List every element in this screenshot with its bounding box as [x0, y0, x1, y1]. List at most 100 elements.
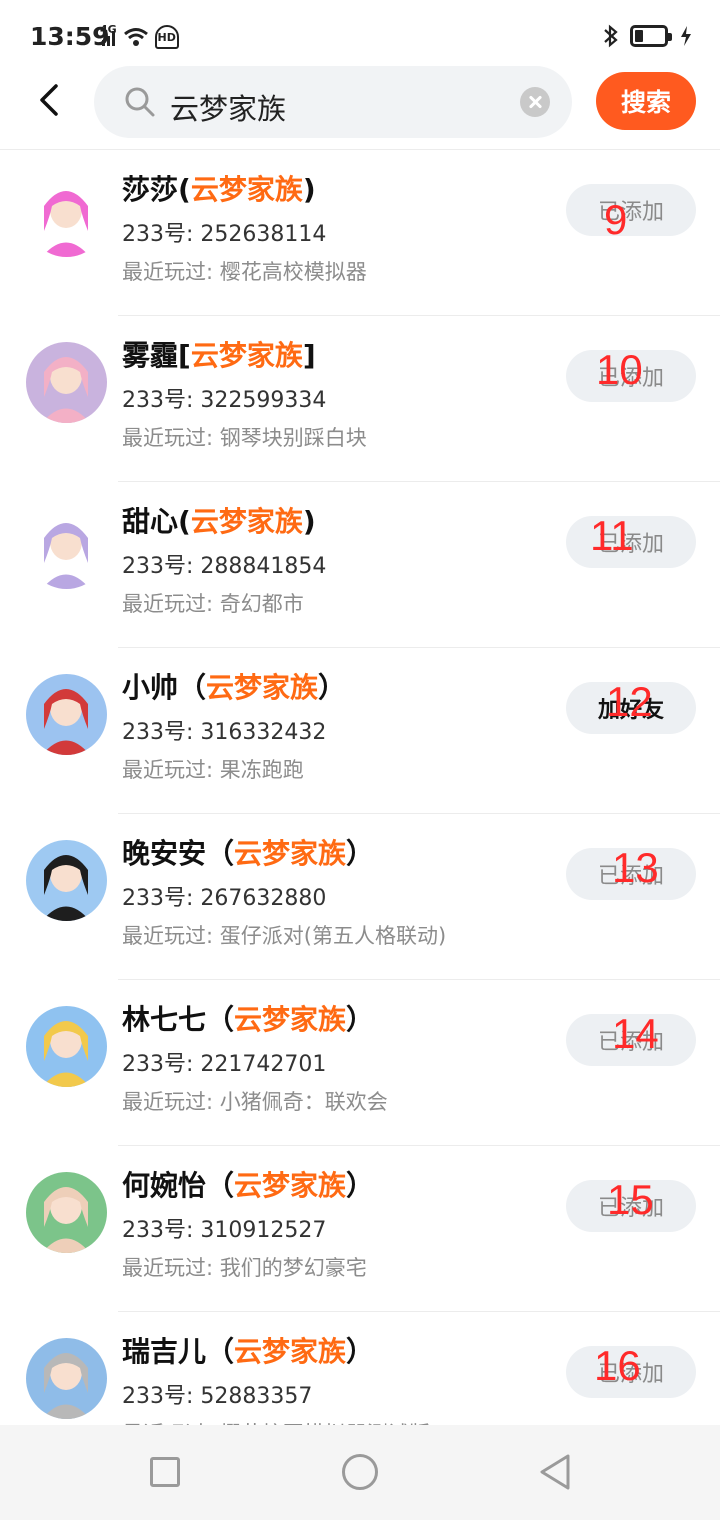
recent-apps-icon[interactable]	[150, 1457, 180, 1487]
list-item[interactable]: 小帅（云梦家族） 233号: 316332432 最近玩过: 果冻跑跑 加好友	[0, 648, 720, 814]
recent-game-label: 最近玩过:	[122, 758, 220, 782]
avatar-image	[26, 1006, 107, 1087]
user-name-prefix: 何婉怡（	[122, 1169, 235, 1202]
avatar[interactable]	[26, 674, 107, 755]
user-id-value: 252638114	[200, 222, 327, 247]
list-item[interactable]: 莎莎(云梦家族) 233号: 252638114 最近玩过: 樱花高校模拟器 已…	[0, 150, 720, 316]
user-name-prefix: 莎莎(	[122, 173, 191, 206]
recent-game: 最近玩过: 我们的梦幻豪宅	[122, 1252, 367, 1282]
list-item[interactable]: 晚安安（云梦家族） 233号: 267632880 最近玩过: 蛋仔派对(第五人…	[0, 814, 720, 980]
avatar[interactable]	[26, 508, 107, 589]
added-button[interactable]: 已添加	[566, 848, 696, 900]
hd-icon: HD	[154, 25, 179, 49]
user-id: 233号: 288841854	[122, 548, 326, 580]
status-right	[602, 24, 692, 48]
user-id-label: 233号:	[122, 1384, 201, 1409]
user-id: 233号: 252638114	[122, 216, 326, 248]
list-item[interactable]: 甜心(云梦家族) 233号: 288841854 最近玩过: 奇幻都市 已添加	[0, 482, 720, 648]
user-name: 林七七（云梦家族）	[122, 998, 374, 1038]
user-name-suffix: ）	[346, 1169, 375, 1202]
avatar[interactable]	[26, 1172, 107, 1253]
user-id-label: 233号:	[122, 1052, 201, 1077]
family-name: 云梦家族	[234, 1169, 347, 1202]
user-name: 晚安安（云梦家族）	[122, 832, 374, 872]
avatar[interactable]	[26, 840, 107, 921]
home-icon[interactable]	[342, 1454, 378, 1490]
user-id-label: 233号:	[122, 222, 201, 247]
recent-game-value: 钢琴块别踩白块	[219, 426, 367, 450]
added-button[interactable]: 已添加	[566, 350, 696, 402]
family-name: 云梦家族	[190, 173, 303, 206]
user-name-suffix: )	[302, 173, 316, 206]
list-item[interactable]: 瑞吉儿（云梦家族） 233号: 52883357 最近玩过: 樱花校园模拟器测试…	[0, 1312, 720, 1425]
user-name: 瑞吉儿（云梦家族）	[122, 1330, 374, 1370]
user-id-value: 316332432	[200, 720, 327, 745]
bluetooth-icon	[604, 24, 618, 48]
avatar[interactable]	[26, 1338, 107, 1419]
recent-game-value: 奇幻都市	[219, 592, 304, 616]
family-name: 云梦家族	[190, 505, 303, 538]
recent-game-label: 最近玩过:	[122, 1090, 220, 1114]
user-name: 甜心(云梦家族)	[122, 500, 316, 540]
user-id-label: 233号:	[122, 1218, 201, 1243]
clear-icon[interactable]	[520, 87, 550, 117]
search-button[interactable]: 搜索	[596, 72, 696, 130]
search-input[interactable]: 云梦家族	[94, 66, 572, 138]
avatar[interactable]	[26, 1006, 107, 1087]
added-button[interactable]: 已添加	[566, 516, 696, 568]
search-header: 云梦家族 搜索	[0, 62, 720, 150]
added-button[interactable]: 已添加	[566, 1346, 696, 1398]
added-button[interactable]: 已添加	[566, 1014, 696, 1066]
add-friend-button[interactable]: 加好友	[566, 682, 696, 734]
user-name: 雾霾[云梦家族]	[122, 334, 316, 374]
avatar-image	[26, 1172, 107, 1253]
recent-game-label: 最近玩过:	[122, 1256, 220, 1280]
back-icon[interactable]	[538, 1453, 572, 1491]
user-id-label: 233号:	[122, 886, 201, 911]
family-name: 云梦家族	[190, 339, 303, 372]
added-button[interactable]: 已添加	[566, 184, 696, 236]
user-name-suffix: ）	[346, 1003, 375, 1036]
search-query-text: 云梦家族	[170, 92, 287, 126]
user-list: 莎莎(云梦家族) 233号: 252638114 最近玩过: 樱花高校模拟器 已…	[0, 150, 720, 1425]
recent-game-label: 最近玩过:	[122, 426, 220, 450]
family-name: 云梦家族	[234, 837, 347, 870]
user-id: 233号: 221742701	[122, 1046, 326, 1078]
user-name-prefix: 晚安安（	[122, 837, 235, 870]
recent-game-value: 小猪佩奇：联欢会	[219, 1090, 388, 1114]
user-id-value: 288841854	[200, 554, 327, 579]
recent-game-value: 樱花高校模拟器	[219, 260, 367, 284]
user-name-prefix: 小帅（	[122, 671, 207, 704]
hd-label: HD	[157, 30, 176, 44]
family-name: 云梦家族	[234, 1335, 347, 1368]
user-name-prefix: 林七七（	[122, 1003, 235, 1036]
user-name-suffix: ）	[318, 671, 347, 704]
back-arrow-icon[interactable]	[30, 80, 70, 120]
user-id-label: 233号:	[122, 720, 201, 745]
avatar-image	[26, 342, 107, 423]
recent-game-value: 蛋仔派对(第五人格联动)	[219, 924, 447, 948]
list-item[interactable]: 何婉怡（云梦家族） 233号: 310912527 最近玩过: 我们的梦幻豪宅 …	[0, 1146, 720, 1312]
avatar-image	[26, 674, 107, 755]
family-name: 云梦家族	[234, 1003, 347, 1036]
search-icon	[125, 87, 155, 117]
list-item[interactable]: 林七七（云梦家族） 233号: 221742701 最近玩过: 小猪佩奇：联欢会…	[0, 980, 720, 1146]
system-nav-bar	[0, 1425, 720, 1520]
recent-game-label: 最近玩过:	[122, 924, 220, 948]
user-name-suffix: ）	[346, 1335, 375, 1368]
user-id-value: 52883357	[200, 1384, 313, 1409]
battery-icon	[630, 25, 672, 47]
recent-game: 最近玩过: 小猪佩奇：联欢会	[122, 1086, 388, 1116]
user-name-suffix: )	[302, 505, 316, 538]
user-name: 莎莎(云梦家族)	[122, 168, 316, 208]
recent-game-value: 果冻跑跑	[219, 758, 304, 782]
user-name-prefix: 甜心(	[122, 505, 191, 538]
avatar[interactable]	[26, 342, 107, 423]
recent-game: 最近玩过: 奇幻都市	[122, 588, 304, 618]
list-item[interactable]: 雾霾[云梦家族] 233号: 322599334 最近玩过: 钢琴块别踩白块 已…	[0, 316, 720, 482]
avatar-image	[26, 176, 107, 257]
added-button[interactable]: 已添加	[566, 1180, 696, 1232]
user-name-prefix: 雾霾[	[122, 339, 191, 372]
avatar[interactable]	[26, 176, 107, 257]
recent-game-label: 最近玩过:	[122, 592, 220, 616]
